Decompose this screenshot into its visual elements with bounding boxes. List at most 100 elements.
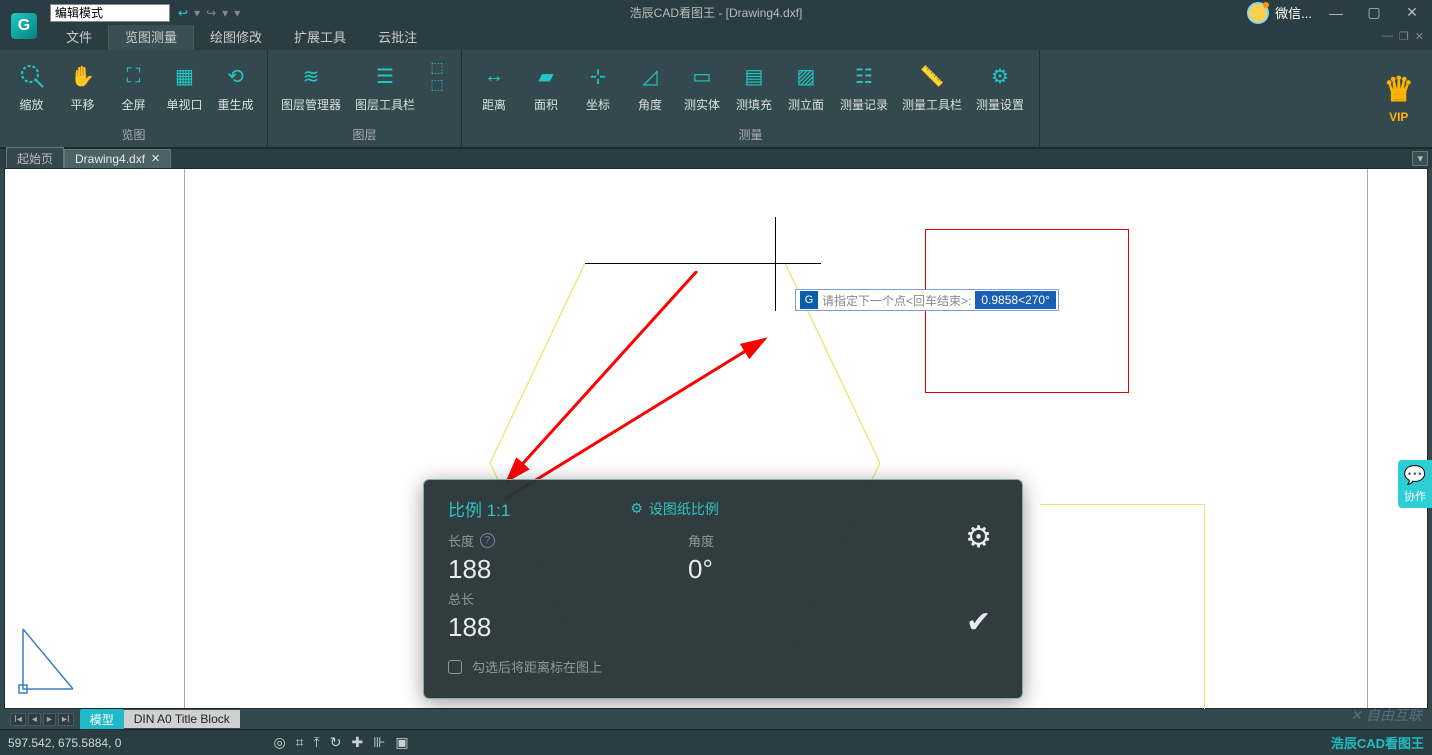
watermark: ✕ 自由互联 [1350, 705, 1422, 725]
snap-toggle-icon[interactable]: ◎ [273, 734, 285, 751]
viewport-icon: ▦ [171, 62, 199, 90]
fullscreen-button[interactable]: ⛶全屏 [108, 58, 159, 113]
menu-file[interactable]: 文件 [50, 23, 108, 50]
tab-drawing[interactable]: Drawing4.dxf✕ [64, 149, 171, 169]
coord-icon: ⊹ [584, 62, 612, 90]
watermark-icon: ✕ [1350, 707, 1362, 724]
wechat-login[interactable]: 微信... [1247, 2, 1312, 24]
ribbon-group-label: 图层 [268, 126, 461, 145]
crosshair-horizontal [585, 263, 821, 264]
zoom-button[interactable]: 缩放 [6, 58, 57, 113]
quick-access-toolbar: ↩ ▾ ↪ ▾ ▾ [178, 6, 240, 20]
pan-button[interactable]: ✋平移 [57, 58, 108, 113]
track-toggle-icon[interactable]: ⊪ [373, 734, 385, 751]
command-tooltip: G 请指定下一个点<回车结束>: 0.9858<270° [795, 289, 1059, 311]
polar-toggle-icon[interactable]: ↻ [330, 734, 342, 751]
angle-button[interactable]: ◿角度 [624, 58, 676, 113]
mode-select[interactable]: 编辑模式 ▾ [50, 4, 170, 22]
ortho-toggle-icon[interactable]: ⤒ [314, 734, 320, 751]
yellow-frame [1040, 504, 1205, 714]
layer-toolbar-icon: ☰ [371, 62, 399, 90]
right-margin-guide [1367, 169, 1427, 708]
total-value: 188 [448, 612, 688, 643]
set-scale-button[interactable]: ⚙设图纸比例 [630, 499, 719, 519]
osnap-toggle-icon[interactable]: ✚ [351, 734, 363, 751]
layer-toolbar-button[interactable]: ☰图层工具栏 [348, 58, 422, 113]
mark-on-drawing-checkbox[interactable] [448, 660, 462, 674]
redo-icon[interactable]: ↪ [206, 6, 216, 20]
tab-scroll-right[interactable]: ▾ [1412, 151, 1428, 166]
coord-button[interactable]: ⊹坐标 [572, 58, 624, 113]
collab-side-button[interactable]: 💬 协作 [1398, 460, 1432, 508]
solid-icon: ▭ [688, 62, 716, 90]
menu-view-measure[interactable]: 览图测量 [108, 22, 194, 50]
menu-edit[interactable]: 绘图修改 [194, 23, 278, 50]
section-button[interactable]: ▨测立面 [780, 58, 832, 113]
sub-restore-icon[interactable]: ❐ [1399, 30, 1409, 43]
area-icon: ▰ [532, 62, 560, 90]
drawing-canvas[interactable]: G 请指定下一个点<回车结束>: 0.9858<270° 比例 1:1 ⚙设图纸… [4, 168, 1428, 709]
zoom-icon [18, 62, 46, 90]
crosshair-vertical [775, 217, 776, 311]
regen-button[interactable]: ⟲重生成 [210, 58, 261, 113]
layout-tab-strip: I◂◂▸▸I 模型 DIN A0 Title Block [4, 709, 1428, 729]
help-icon[interactable]: ? [480, 533, 495, 548]
select-toggle-icon[interactable]: ▣ [395, 734, 408, 751]
hand-icon: ✋ [69, 62, 97, 90]
dropdown-icon[interactable]: ▾ [222, 6, 228, 20]
measure-settings-button[interactable]: ⚙测量设置 [968, 58, 1032, 113]
layout-tab-sheet[interactable]: DIN A0 Title Block [124, 710, 240, 728]
minimize-button[interactable]: — [1322, 5, 1350, 21]
layer-manager-button[interactable]: ≋图层管理器 [274, 58, 348, 113]
layer-extra-button[interactable]: ⬚⬚ [422, 58, 452, 90]
red-selection-rect [925, 229, 1129, 393]
command-input-value[interactable]: 0.9858<270° [975, 291, 1056, 309]
layout-nav-arrows[interactable]: I◂◂▸▸I [4, 713, 80, 726]
total-label: 总长 [448, 589, 688, 608]
gear-icon: ⚙ [986, 62, 1014, 90]
sub-minimize-icon[interactable]: — [1382, 30, 1393, 43]
fill-icon: ▤ [740, 62, 768, 90]
vip-button[interactable]: ♛ VIP [1384, 70, 1414, 124]
menu-cloud[interactable]: 云批注 [362, 23, 433, 50]
status-tools: ◎ ⌗ ⤒ ↻ ✚ ⊪ ▣ [273, 734, 408, 751]
chevron-down-icon: ▾ [55, 7, 64, 18]
maximize-button[interactable]: ▢ [1360, 4, 1388, 21]
annotation-arrow-2 [497, 271, 717, 491]
document-tab-strip: 起始页 Drawing4.dxf✕ ▾ [0, 148, 1432, 168]
dropdown-icon[interactable]: ▾ [194, 6, 200, 20]
ucs-icon [17, 625, 77, 700]
app-logo: G [4, 6, 44, 46]
fill-button[interactable]: ▤测填充 [728, 58, 780, 113]
ribbon: 缩放 ✋平移 ⛶全屏 ▦单视口 ⟲重生成 览图 ≋图层管理器 ☰图层工具栏 ⬚⬚… [0, 50, 1432, 148]
close-tab-icon[interactable]: ✕ [151, 152, 160, 165]
status-bar: 597.542, 675.5884, 0 ◎ ⌗ ⤒ ↻ ✚ ⊪ ▣ 浩辰CAD… [0, 729, 1432, 755]
more-icon[interactable]: ▾ [234, 6, 240, 20]
layers-icon: ≋ [297, 62, 325, 90]
ribbon-group-layer: ≋图层管理器 ☰图层工具栏 ⬚⬚ 图层 [268, 50, 462, 147]
angle-label: 角度 [688, 531, 888, 550]
avatar-icon [1247, 2, 1269, 24]
grid-toggle-icon[interactable]: ⌗ [296, 734, 304, 751]
menu-extensions[interactable]: 扩展工具 [278, 23, 362, 50]
measurement-panel: 比例 1:1 ⚙设图纸比例 长度? 角度 188 0° 总长 188 ⚙ ✔ 勾… [423, 479, 1023, 699]
gear-small-icon: ⚙ [630, 500, 643, 517]
close-button[interactable]: ✕ [1398, 4, 1426, 21]
measure-toolbar-button[interactable]: 📏测量工具栏 [896, 58, 968, 113]
distance-button[interactable]: ↔距离 [468, 58, 520, 113]
record-button[interactable]: ☷测量记录 [832, 58, 896, 113]
brand-label: 浩辰CAD看图王 [1331, 733, 1424, 752]
length-label: 长度 [448, 531, 474, 550]
tab-start[interactable]: 起始页 [6, 147, 64, 170]
angle-value: 0° [688, 554, 888, 585]
panel-settings-button[interactable]: ⚙ [965, 520, 992, 555]
record-icon: ☷ [850, 62, 878, 90]
section-icon: ▨ [792, 62, 820, 90]
panel-confirm-button[interactable]: ✔ [966, 605, 991, 640]
undo-icon[interactable]: ↩ [178, 6, 188, 20]
single-viewport-button[interactable]: ▦单视口 [159, 58, 210, 113]
layout-tab-model[interactable]: 模型 [80, 709, 124, 730]
sub-close-icon[interactable]: ✕ [1415, 30, 1424, 43]
area-button[interactable]: ▰面积 [520, 58, 572, 113]
solid-button[interactable]: ▭测实体 [676, 58, 728, 113]
